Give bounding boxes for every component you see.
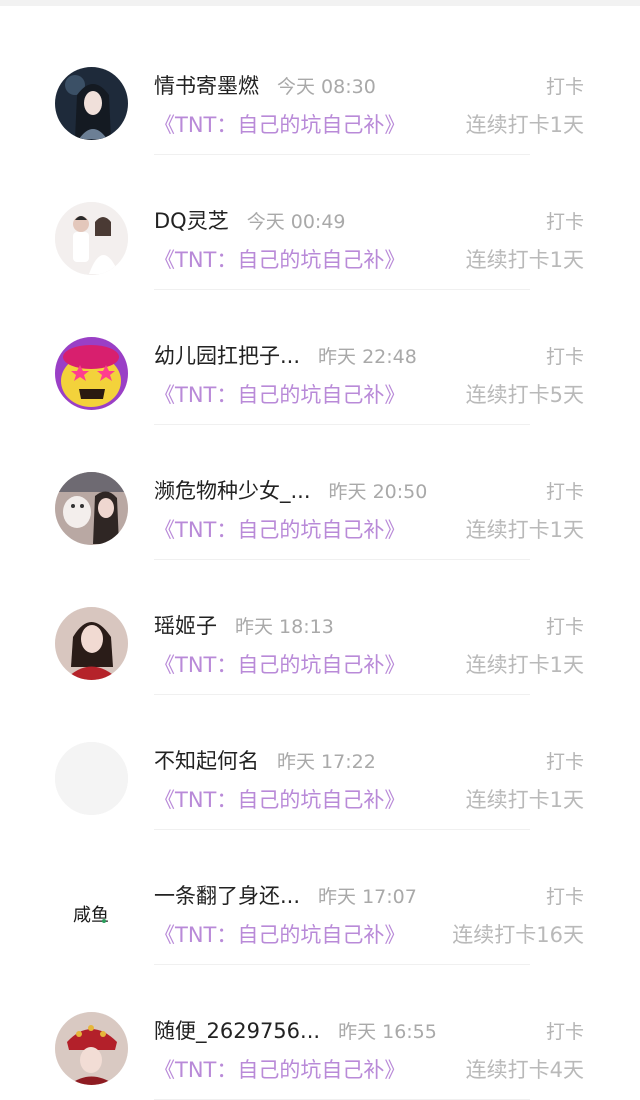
username[interactable]: 随便_2629756... — [154, 1015, 320, 1045]
avatar[interactable] — [55, 607, 128, 680]
timestamp: 昨天 18:13 — [235, 616, 334, 638]
timestamp: 昨天 17:22 — [277, 751, 376, 773]
checkin-label: 打卡 — [545, 481, 584, 503]
checkin-label: 打卡 — [545, 616, 584, 638]
checkin-label: 打卡 — [545, 76, 584, 98]
checkin-row[interactable]: 不知起何名 昨天 17:22 打卡 《TNT：自己的坑自己补》 连续打卡1天 — [0, 695, 640, 830]
book-title-link[interactable]: 《TNT：自己的坑自己补》 — [154, 379, 405, 409]
username[interactable]: 瑶姬子 — [154, 610, 217, 640]
avatar-ancient-portrait-icon — [55, 67, 128, 140]
avatar-couple-photo-icon — [55, 202, 128, 275]
timestamp: 昨天 16:55 — [338, 1021, 437, 1043]
avatar-opera-headdress-icon — [55, 1012, 128, 1085]
timestamp: 今天 00:49 — [246, 211, 346, 233]
username[interactable]: 一条翻了身还... — [154, 880, 300, 910]
username[interactable]: 情书寄墨燃 — [154, 70, 259, 100]
checkin-row[interactable]: 随便_2629756... 昨天 16:55 打卡 《TNT：自己的坑自己补》 … — [0, 965, 640, 1100]
timestamp: 昨天 22:48 — [318, 346, 417, 368]
streak-text: 连续打卡5天 — [465, 383, 584, 407]
avatar[interactable] — [55, 337, 128, 410]
avatar-girl-with-cat-icon — [55, 472, 128, 545]
checkin-row[interactable]: 瑶姬子 昨天 18:13 打卡 《TNT：自己的坑自己补》 连续打卡1天 — [0, 560, 640, 695]
avatar-cartoon-purple-icon — [55, 337, 128, 410]
streak-text: 连续打卡16天 — [452, 923, 584, 947]
checkin-label: 打卡 — [545, 886, 584, 908]
timestamp: 今天 08:30 — [277, 76, 376, 98]
username[interactable]: 幼儿园扛把子... — [154, 340, 300, 370]
checkin-row[interactable]: 咸鱼 一条翻了身还... 昨天 17:07 打卡 《TNT：自己的坑自己补》 连… — [0, 830, 640, 965]
checkin-row[interactable]: 情书寄墨燃 今天 08:30 打卡 《TNT：自己的坑自己补》 连续打卡1天 — [0, 20, 640, 155]
avatar[interactable] — [55, 742, 128, 815]
username[interactable]: DQ灵芝 — [154, 205, 229, 235]
checkin-label: 打卡 — [545, 1021, 584, 1043]
streak-text: 连续打卡1天 — [465, 518, 584, 542]
avatar[interactable] — [55, 1012, 128, 1085]
avatar[interactable] — [55, 202, 128, 275]
book-title-link[interactable]: 《TNT：自己的坑自己补》 — [154, 244, 405, 274]
avatar-calligraphy-fish-icon: 咸鱼 — [55, 877, 128, 950]
checkin-row[interactable]: 幼儿园扛把子... 昨天 22:48 打卡 《TNT：自己的坑自己补》 连续打卡… — [0, 290, 640, 425]
timestamp: 昨天 17:07 — [318, 886, 417, 908]
avatar[interactable] — [55, 67, 128, 140]
username[interactable]: 不知起何名 — [154, 745, 259, 775]
streak-text: 连续打卡4天 — [465, 1058, 584, 1082]
top-strip — [0, 0, 640, 6]
username[interactable]: 濒危物种少女_... — [154, 475, 311, 505]
avatar[interactable]: 咸鱼 — [55, 877, 128, 950]
checkin-label: 打卡 — [545, 346, 584, 368]
avatar-girl-red-top-icon — [55, 607, 128, 680]
book-title-link[interactable]: 《TNT：自己的坑自己补》 — [154, 919, 405, 949]
avatar-blank-icon — [55, 742, 128, 815]
streak-text: 连续打卡1天 — [465, 653, 584, 677]
book-title-link[interactable]: 《TNT：自己的坑自己补》 — [154, 514, 405, 544]
book-title-link[interactable]: 《TNT：自己的坑自己补》 — [154, 109, 405, 139]
checkin-label: 打卡 — [545, 211, 584, 233]
book-title-link[interactable]: 《TNT：自己的坑自己补》 — [154, 784, 405, 814]
checkin-row[interactable]: 濒危物种少女_... 昨天 20:50 打卡 《TNT：自己的坑自己补》 连续打… — [0, 425, 640, 560]
checkin-row[interactable]: DQ灵芝 今天 00:49 打卡 《TNT：自己的坑自己补》 连续打卡1天 — [0, 155, 640, 290]
streak-text: 连续打卡1天 — [465, 788, 584, 812]
streak-text: 连续打卡1天 — [465, 248, 584, 272]
avatar[interactable] — [55, 472, 128, 545]
book-title-link[interactable]: 《TNT：自己的坑自己补》 — [154, 1054, 405, 1084]
checkin-label: 打卡 — [545, 751, 584, 773]
timestamp: 昨天 20:50 — [328, 481, 428, 503]
streak-text: 连续打卡1天 — [465, 113, 584, 137]
book-title-link[interactable]: 《TNT：自己的坑自己补》 — [154, 649, 405, 679]
